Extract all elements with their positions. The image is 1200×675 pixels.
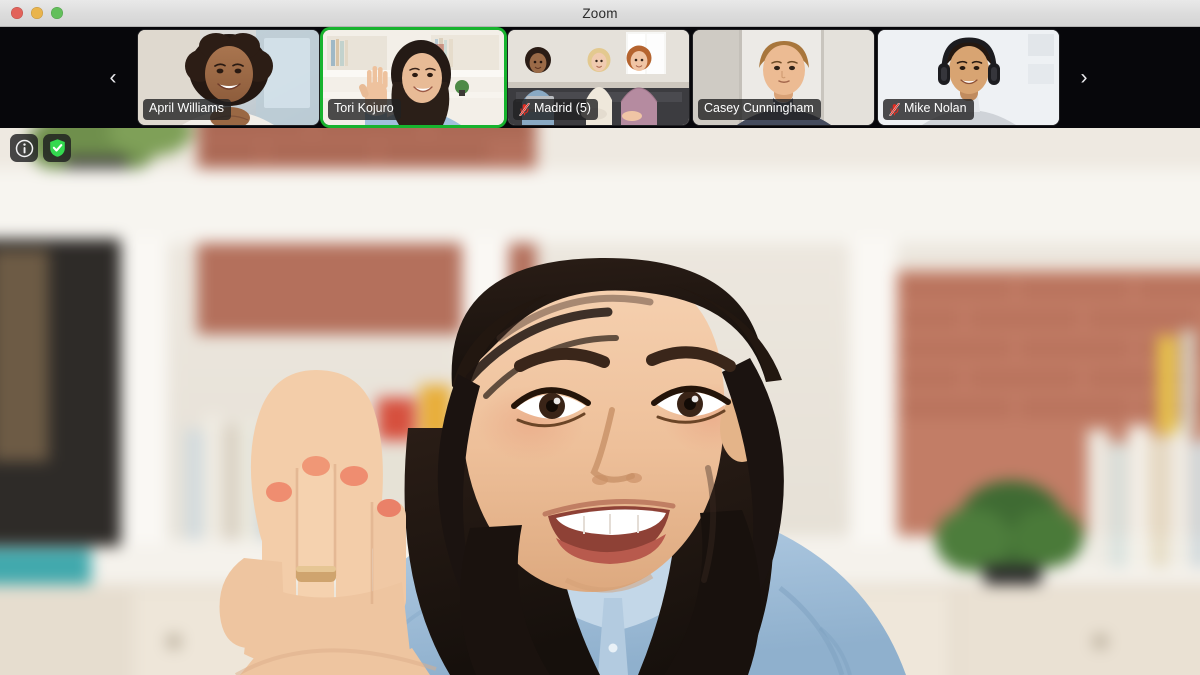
- zoom-window: Zoom ‹ April Williams Tori Kojuro Madrid…: [0, 0, 1200, 675]
- filmstrip-thumbnails: April Williams Tori Kojuro Madrid (5) Ca…: [138, 30, 1059, 125]
- window-title: Zoom: [582, 5, 618, 21]
- participant-name: Madrid (5): [534, 101, 591, 116]
- participant-name: Tori Kojuro: [334, 101, 394, 116]
- participant-thumbnail[interactable]: Tori Kojuro: [323, 30, 504, 125]
- participant-thumbnail[interactable]: Mike Nolan: [878, 30, 1059, 125]
- meeting-information-button[interactable]: [10, 134, 38, 162]
- participant-thumbnail[interactable]: Madrid (5): [508, 30, 689, 125]
- participant-nametag: Madrid (5): [513, 99, 598, 120]
- participant-nametag: Tori Kojuro: [328, 99, 401, 120]
- participant-thumbnail[interactable]: Casey Cunningham: [693, 30, 874, 125]
- muted-microphone-icon: [889, 102, 900, 116]
- title-bar: Zoom: [0, 0, 1200, 27]
- participant-filmstrip: ‹ April Williams Tori Kojuro Madrid (5) …: [0, 27, 1200, 128]
- participant-nametag: Casey Cunningham: [698, 99, 821, 120]
- shield-check-icon: [49, 139, 65, 157]
- active-speaker-subject: [0, 128, 1200, 675]
- participant-nametag: Mike Nolan: [883, 99, 974, 120]
- active-speaker-stage: [0, 128, 1200, 675]
- raised-hand: [219, 370, 437, 675]
- participant-thumbnail[interactable]: April Williams: [138, 30, 319, 125]
- muted-microphone-icon: [519, 102, 530, 116]
- info-icon: [15, 139, 33, 157]
- participant-name: Mike Nolan: [904, 101, 967, 116]
- filmstrip-prev-arrow[interactable]: ‹: [88, 27, 138, 128]
- participant-name: Casey Cunningham: [704, 101, 814, 116]
- participant-nametag: April Williams: [143, 99, 231, 120]
- active-speaker-video: [0, 128, 1200, 675]
- stage-badges: [10, 134, 71, 162]
- participant-name: April Williams: [149, 101, 224, 116]
- encryption-status-button[interactable]: [43, 134, 71, 162]
- filmstrip-next-arrow[interactable]: ›: [1059, 27, 1109, 128]
